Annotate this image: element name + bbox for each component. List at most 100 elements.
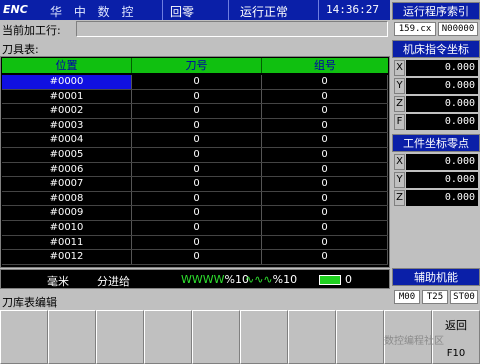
work-coord-x: X 0.000 [394,154,480,170]
softkey-f6[interactable] [240,310,288,364]
cell-position[interactable]: #0010 [2,220,132,235]
mode-indicator: 回零 [170,5,195,19]
machine-coord-f: F 0.000 [394,114,480,130]
axis-value: 0.000 [406,114,478,130]
softkey-f3[interactable] [96,310,144,364]
cell-group-number[interactable]: 0 [262,75,388,89]
cell-group-number[interactable]: 0 [262,235,388,250]
cell-group-number[interactable]: 0 [262,89,388,104]
m-code: M00 [394,290,420,304]
table-row[interactable]: #0007 0 0 [2,177,388,192]
cell-group-number[interactable]: 0 [262,133,388,147]
table-row[interactable]: #0011 0 0 [2,235,388,251]
tool-magazine-table: 位置 刀号 组号 #0000 0 0 #0001 0 0 #0002 0 0 #0003 0 0… [0,56,390,268]
axis-value: 0.000 [406,78,478,94]
table-row[interactable]: #0000 0 0 [2,75,388,90]
table-row[interactable]: #0006 0 0 [2,162,388,178]
table-row[interactable]: #0004 0 0 [2,133,388,148]
table-row[interactable]: #0001 0 0 [2,89,388,105]
tool-table-label: 刀具表: [2,43,39,56]
current-line-field [76,21,388,37]
cell-group-number[interactable]: 0 [262,162,388,177]
cell-tool-number[interactable]: 0 [132,235,262,250]
cell-tool-number[interactable]: 0 [132,220,262,235]
table-row[interactable]: #0010 0 0 [2,220,388,236]
spindle-override: ∿∿∿%10 [245,273,297,286]
softkey-fkey: F10 [446,348,466,359]
cell-tool-number[interactable]: 0 [132,191,262,206]
menu-label: 刀库表编辑 [2,296,57,309]
cell-group-number[interactable]: 0 [262,206,388,220]
axis-value: 0.000 [406,96,478,112]
cell-position[interactable]: #0008 [2,191,132,206]
cell-tool-number[interactable]: 0 [132,104,262,118]
axis-label: F [394,114,405,130]
title-divider [228,0,229,20]
axis-label: X [394,60,405,76]
machine-coord-header: 机床指令坐标 [392,40,480,58]
column-header-tool-number: 刀号 [132,58,262,73]
cell-position[interactable]: #0012 [2,250,132,264]
cell-tool-number[interactable]: 0 [132,118,262,133]
title-bar: ENC 华 中 数 控 回零 运行正常 14:36:27 [0,0,390,20]
cell-tool-number[interactable]: 0 [132,162,262,177]
machine-coord-z: Z 0.000 [394,96,480,112]
cell-tool-number[interactable]: 0 [132,177,262,191]
status-strip: 毫米 分进给 WWWW%10 ∿∿∿%10 0 [0,269,390,289]
cell-group-number[interactable]: 0 [262,118,388,133]
cell-position[interactable]: #0002 [2,104,132,118]
work-coord-z: Z 0.000 [394,190,480,206]
cell-position[interactable]: #0004 [2,133,132,147]
cell-position[interactable]: #0000 [2,75,132,89]
cell-group-number[interactable]: 0 [262,104,388,118]
cell-position[interactable]: #0005 [2,147,132,162]
cell-position[interactable]: #0006 [2,162,132,177]
cell-position[interactable]: #0007 [2,177,132,191]
tool-override-value: 0 [345,273,352,286]
softkey-f2[interactable] [48,310,96,364]
softkey-f1[interactable] [0,310,48,364]
run-status: 运行正常 [240,5,289,19]
work-zero-header: 工件坐标零点 [392,134,480,152]
watermark: 数控编程社区 [384,336,444,347]
cell-tool-number[interactable]: 0 [132,89,262,104]
cell-position[interactable]: #0001 [2,89,132,104]
table-row[interactable]: #0009 0 0 [2,206,388,221]
cell-tool-number[interactable]: 0 [132,75,262,89]
table-row[interactable]: #0008 0 0 [2,191,388,207]
table-row[interactable]: #0003 0 0 [2,118,388,134]
t-code: T25 [422,290,448,304]
cell-group-number[interactable]: 0 [262,191,388,206]
title-divider [162,0,163,20]
softkey-f7[interactable] [288,310,336,364]
cell-position[interactable]: #0003 [2,118,132,133]
cell-group-number[interactable]: 0 [262,177,388,191]
column-header-group-number: 组号 [314,59,336,72]
cell-tool-number[interactable]: 0 [132,250,262,264]
column-header-position: 位置 [2,58,132,73]
table-row[interactable]: #0012 0 0 [2,250,388,265]
hnc-logo: ENC [3,3,28,16]
cell-group-number[interactable]: 0 [262,220,388,235]
softkey-f4[interactable] [144,310,192,364]
cell-tool-number[interactable]: 0 [132,133,262,147]
work-coord-y: Y 0.000 [394,172,480,188]
cell-group-number[interactable]: 0 [262,147,388,162]
table-row[interactable]: #0005 0 0 [2,147,388,163]
cell-tool-number[interactable]: 0 [132,147,262,162]
program-number: N00000 [438,22,478,36]
machine-coord-x: X 0.000 [394,60,480,76]
brand-name: 华 中 数 控 [50,5,138,19]
cell-group-number[interactable]: 0 [262,250,388,264]
softkey-f8[interactable] [336,310,384,364]
table-row[interactable]: #0002 0 0 [2,104,388,119]
aux-function-header: 辅助机能 [392,268,480,286]
cell-position[interactable]: #0009 [2,206,132,220]
softkey-f5[interactable] [192,310,240,364]
program-index-header: 运行程序索引 [392,2,480,20]
cell-tool-number[interactable]: 0 [132,206,262,220]
table-body: #0000 0 0 #0001 0 0 #0002 0 0 #0003 0 0 #0004 0 0 … [2,75,388,265]
axis-label: X [394,154,405,170]
cell-position[interactable]: #0011 [2,235,132,250]
table-header: 位置 刀号 组号 [2,58,388,73]
